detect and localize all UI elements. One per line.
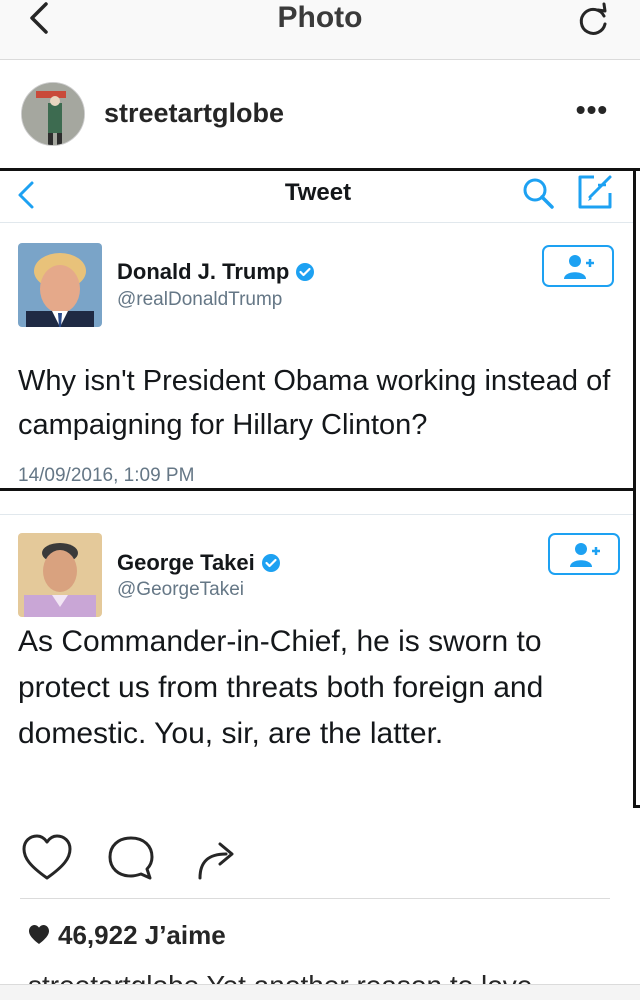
verified-badge-icon <box>296 263 315 281</box>
more-options-button[interactable]: ••• <box>574 96 610 128</box>
bottom-tab-bar <box>0 984 640 1000</box>
post-caption: streetartglobe Yet another reason to lov… <box>28 966 628 984</box>
more-dots-icon: ••• <box>575 94 609 125</box>
tweet-separator <box>0 491 636 515</box>
tweet-author-name-text: Donald J. Trump <box>117 259 290 284</box>
tweet-author-handle: @GeorgeTakei <box>117 579 245 600</box>
compose-icon <box>578 175 612 209</box>
tweet-search-button <box>520 175 556 211</box>
post-image: Tweet Donald J. Trump @realDonaldTrump W… <box>0 168 640 811</box>
tweet-author-name-text: George Takei <box>117 550 255 575</box>
share-icon <box>198 842 234 880</box>
post-author-row: streetartglobe ••• <box>0 60 640 168</box>
tweet-author-avatar <box>18 533 102 617</box>
tweet-text: As Commander-in-Chief, he is sworn to pr… <box>18 625 544 750</box>
verified-badge-icon <box>261 554 280 572</box>
comment-button[interactable] <box>104 832 158 886</box>
tweet-card: George Takei @GeorgeTakei As Commander-i… <box>0 515 636 811</box>
author-username[interactable]: streetartglobe <box>104 98 284 129</box>
tweet-compose-button <box>576 173 616 211</box>
tweet-author-avatar <box>18 243 102 327</box>
heart-icon <box>22 834 72 880</box>
app-header: Photo <box>0 0 640 60</box>
refresh-button[interactable] <box>576 2 612 38</box>
tweet-author-name: George Takei <box>117 550 281 576</box>
post-action-bar <box>0 808 640 900</box>
tweet-card: Donald J. Trump @realDonaldTrump Why isn… <box>0 223 636 491</box>
tweet-text: Why isn't President Obama working instea… <box>18 365 611 441</box>
search-icon <box>523 178 554 209</box>
comment-icon <box>108 836 154 880</box>
refresh-icon <box>579 2 607 35</box>
tweet-nav-bar: Tweet <box>0 171 636 223</box>
add-user-icon <box>564 255 594 279</box>
heart-filled-icon <box>29 925 49 944</box>
share-button[interactable] <box>190 832 244 886</box>
tweet-author-name: Donald J. Trump <box>117 259 315 285</box>
follow-button <box>548 533 620 575</box>
image-frame-edge <box>633 168 636 808</box>
author-avatar[interactable] <box>21 82 85 146</box>
like-button[interactable] <box>20 832 74 886</box>
tweet-author-handle: @realDonaldTrump <box>117 289 283 310</box>
add-user-icon <box>570 543 600 567</box>
action-divider <box>20 898 610 899</box>
follow-button <box>542 245 614 287</box>
likes-count-text: 46,922 J’aime <box>58 920 226 950</box>
page-title: Photo <box>277 1 363 34</box>
tweet-timestamp: 14/09/2016, 1:09 PM <box>18 465 195 486</box>
likes-count[interactable]: 46,922 J’aime <box>28 920 226 951</box>
